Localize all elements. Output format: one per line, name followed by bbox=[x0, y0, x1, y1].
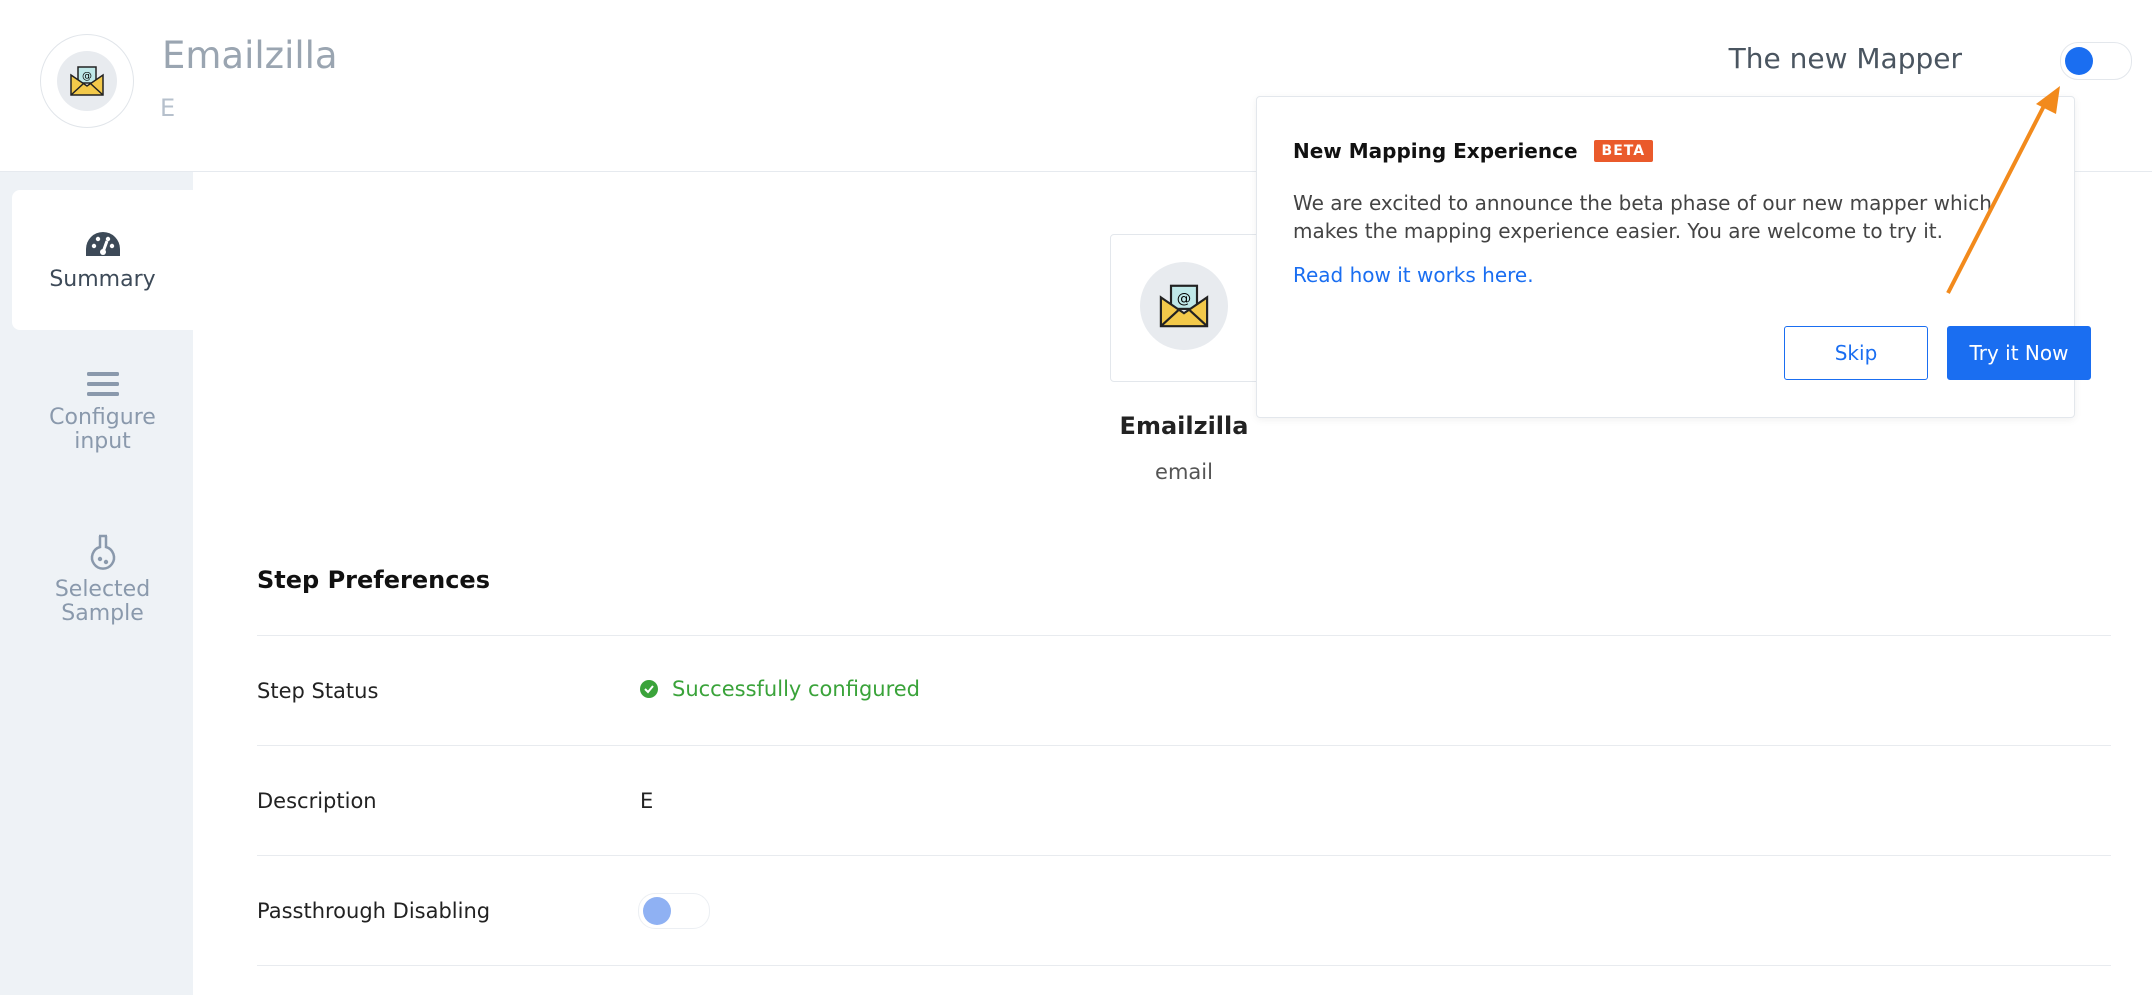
description-label: Description bbox=[257, 789, 377, 813]
sidebar-item-label: Configure input bbox=[49, 405, 156, 454]
step-status-value: Successfully configured bbox=[640, 677, 920, 701]
read-how-it-works-link[interactable]: Read how it works here. bbox=[1293, 263, 1534, 287]
divider bbox=[257, 745, 2111, 746]
sidebar: Summary Configure input Selected Sample bbox=[0, 172, 193, 995]
list-icon bbox=[86, 372, 119, 396]
sidebar-item-label: Summary bbox=[49, 267, 156, 292]
passthrough-disabling-toggle[interactable] bbox=[638, 893, 710, 929]
divider bbox=[257, 855, 2111, 856]
step-status-text: Successfully configured bbox=[672, 677, 921, 701]
divider bbox=[257, 965, 2111, 966]
check-circle-icon bbox=[640, 680, 658, 698]
envelope-icon: @ bbox=[1159, 284, 1209, 328]
skip-button[interactable]: Skip bbox=[1784, 326, 1928, 380]
beta-badge: BETA bbox=[1593, 140, 1654, 162]
sidebar-item-selected-sample[interactable]: Selected Sample bbox=[12, 534, 193, 664]
new-mapper-toggle[interactable] bbox=[2060, 42, 2132, 80]
step-avatar: @ bbox=[1140, 262, 1228, 350]
envelope-icon: @ bbox=[70, 66, 104, 96]
toggle-knob bbox=[2065, 47, 2093, 75]
annotation-arrow bbox=[1946, 86, 2060, 294]
app-avatar: @ bbox=[40, 34, 134, 128]
app-title: Emailzilla bbox=[162, 34, 338, 77]
passthrough-disabling-label: Passthrough Disabling bbox=[257, 899, 491, 923]
sidebar-item-configure-input[interactable]: Configure input bbox=[12, 370, 193, 500]
new-mapper-label: The new Mapper bbox=[1728, 42, 1962, 75]
step-type: email bbox=[1155, 460, 1213, 484]
toggle-knob bbox=[643, 897, 671, 925]
popover-title: New Mapping Experience BETA bbox=[1293, 139, 1654, 163]
section-title: Step Preferences bbox=[257, 566, 490, 594]
popover-text: We are excited to announce the beta phas… bbox=[1293, 191, 1992, 243]
description-value: E bbox=[640, 789, 654, 813]
app-subtitle: E bbox=[160, 94, 176, 122]
step-name: Emailzilla bbox=[1119, 412, 1249, 440]
divider bbox=[257, 635, 2111, 636]
try-it-now-button[interactable]: Try it Now bbox=[1947, 326, 2091, 380]
dashboard-icon bbox=[85, 232, 120, 256]
popover-title-text: New Mapping Experience bbox=[1293, 139, 1578, 163]
svg-text:@: @ bbox=[82, 71, 92, 82]
sidebar-item-label: Selected Sample bbox=[54, 577, 151, 626]
sidebar-item-summary[interactable]: Summary bbox=[12, 190, 193, 330]
flask-icon bbox=[90, 534, 115, 570]
svg-text:@: @ bbox=[1177, 291, 1191, 307]
step-status-label: Step Status bbox=[257, 679, 379, 703]
